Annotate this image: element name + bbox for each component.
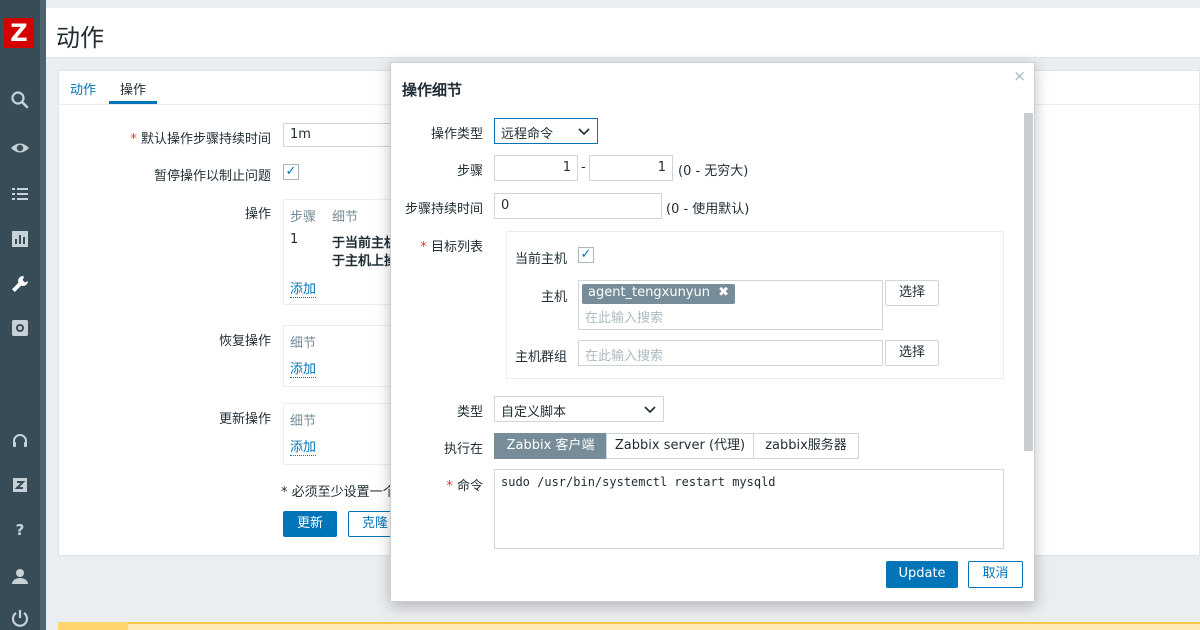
op-type-value: 远程命令 [501,127,554,142]
recovery-header-detail: 细节 [290,336,317,351]
required-note: * 必须至少设置一个 [281,485,391,500]
host-tag: agent_tengxunyun ✖ [582,284,736,304]
target-list-box: 当前主机 ✓ 主机 agent_tengxunyun ✖ 在此输入搜索 选择 主… [506,231,1004,379]
update-button[interactable]: 更新 [283,511,337,537]
step-duration-hint: (0 - 使用默认) [666,202,750,217]
tag-remove-icon[interactable]: ✖ [718,285,729,300]
recovery-label: 恢复操作 [218,334,271,349]
user-icon[interactable] [0,558,40,594]
op-type-label: 操作类型 [430,127,483,142]
warning-bar [58,622,1200,630]
dialog-title: 操作细节 [402,81,463,99]
target-list-label: * 目标列表 [420,240,483,255]
host-group-search-placeholder: 在此输入搜索 [585,349,664,364]
help-icon[interactable]: ? [0,512,40,548]
execute-on-zabbix-server[interactable]: zabbix服务器 [753,433,859,459]
pause-label: 暂停操作以制止问题 [153,169,271,184]
host-select-button[interactable]: 选择 [885,280,939,306]
ops-row-detail-line1: 于当前主机 [332,236,398,251]
operations-label: 操作 [244,207,271,222]
type-value: 自定义脚本 [501,405,567,420]
operations-table: 步骤 细节 1 于当前主机 于主机上操 添加 [283,199,403,305]
host-group-multiselect[interactable]: 在此输入搜索 [578,340,883,366]
step-duration-input[interactable]: 0 [494,193,662,219]
svg-text:?: ? [16,521,25,539]
add-recovery-link[interactable]: 添加 [290,358,317,378]
add-operation-link[interactable]: 添加 [290,278,317,298]
dialog-scrollbar-thumb[interactable] [1024,113,1033,451]
host-group-label: 主机群组 [514,350,567,365]
gear-icon[interactable] [0,310,40,346]
dialog-footer: Update 取消 [391,549,1034,601]
host-search-placeholder: 在此输入搜索 [585,311,664,326]
update-ops-header-detail: 细节 [290,414,317,429]
step-from-input[interactable]: 1 [494,155,578,181]
page-header: 动作 [46,8,1200,58]
type-select[interactable]: 自定义脚本 [494,396,664,422]
search-icon[interactable] [0,82,40,118]
host-multiselect[interactable]: agent_tengxunyun ✖ 在此输入搜索 [578,280,883,330]
default-duration-input[interactable]: 1m [283,123,403,147]
dialog-update-button[interactable]: Update [886,561,958,588]
tab-active-indicator [109,101,157,104]
command-textarea[interactable]: sudo /usr/bin/systemctl restart mysqld [494,469,1004,549]
page-title: 动作 [56,24,104,52]
ops-header-detail: 细节 [332,210,359,225]
execute-on-server-proxy[interactable]: Zabbix server (代理) [606,433,754,459]
step-to-input[interactable]: 1 [589,155,673,181]
steps-hint: (0 - 无穷大) [678,164,749,179]
update-ops-table: 细节 添加 [283,403,403,465]
pause-checkbox[interactable]: ✓ [283,164,299,180]
close-icon[interactable]: × [1013,67,1026,85]
ops-header-step: 步骤 [290,210,317,225]
tab-action[interactable]: 动作 [70,79,96,98]
add-update-op-link[interactable]: 添加 [290,436,317,456]
current-host-checkbox[interactable]: ✓ [578,247,594,263]
operation-details-dialog: 操作细节 × 操作类型 远程命令 步骤 1 - 1 (0 - 无穷大) 步骤持续… [390,62,1035,602]
sidebar: Z ? [0,0,46,630]
type-label: 类型 [456,405,483,420]
op-type-select[interactable]: 远程命令 [494,118,598,144]
power-icon[interactable] [0,600,40,630]
zabbix-icon[interactable] [0,467,40,503]
ops-row-detail-line2: 于主机上操 [332,254,398,269]
step-duration-label: 步骤持续时间 [404,202,483,217]
headset-icon[interactable] [0,423,40,459]
chevron-down-icon [578,128,590,136]
step-separator: - [581,160,586,175]
dialog-cancel-button[interactable]: 取消 [968,561,1023,588]
warning-bar-icon [58,622,128,630]
host-label: 主机 [540,290,567,305]
execute-on-label: 执行在 [443,442,483,457]
list-icon[interactable] [0,176,40,212]
zabbix-logo[interactable]: Z [4,18,34,48]
chart-icon[interactable] [0,221,40,257]
steps-label: 步骤 [456,164,483,179]
wrench-icon[interactable] [0,266,40,302]
command-label: * 命令 [446,479,483,494]
chevron-down-icon [644,406,656,414]
sidebar-edge [40,0,46,630]
eye-icon[interactable] [0,130,40,166]
update-ops-label: 更新操作 [218,412,271,427]
tab-operations[interactable]: 操作 [120,79,146,98]
current-host-label: 当前主机 [514,252,567,267]
default-duration-label: * 默认操作步骤持续时间 [130,132,271,147]
host-group-select-button[interactable]: 选择 [885,340,939,366]
recovery-table: 细节 添加 [283,325,403,387]
ops-row-step: 1 [290,232,299,247]
execute-on-agent[interactable]: Zabbix 客户端 [494,433,607,459]
